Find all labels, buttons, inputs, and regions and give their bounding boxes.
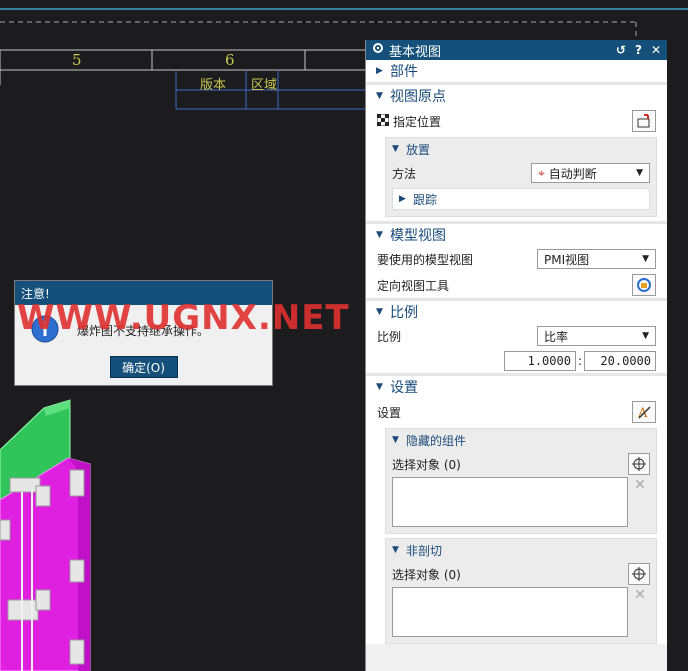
collapse-arrow-icon: ▼ xyxy=(392,435,399,445)
close-icon[interactable]: ✕ xyxy=(651,43,661,57)
dialog-ok-button[interactable]: 确定(O) xyxy=(109,356,178,378)
ratio-separator: : xyxy=(577,354,582,368)
section-parts-header[interactable]: ▶ 部件 xyxy=(366,60,667,82)
reset-icon[interactable]: ↺ xyxy=(616,43,626,57)
model-view-label: 要使用的模型视图 xyxy=(377,252,474,267)
crosshair-select-icon[interactable] xyxy=(628,453,650,475)
scale-label: 比例 xyxy=(377,329,402,344)
title-block-zone: 区域 xyxy=(251,78,278,93)
orient-view-tool-button[interactable] xyxy=(632,274,656,296)
chevron-down-icon: ▼ xyxy=(642,331,649,341)
collapse-arrow-icon: ▼ xyxy=(392,144,399,154)
panel-title: 基本视图 xyxy=(389,44,442,60)
settings-label: 设置 xyxy=(377,405,402,420)
section-settings-header[interactable]: ▼ 设置 xyxy=(366,376,667,398)
collapse-arrow-icon: ▼ xyxy=(376,230,383,240)
hidden-components-label: 隐藏的组件 xyxy=(406,433,467,448)
panel-header: 基本视图 ↺ ? ✕ xyxy=(366,40,667,60)
expand-arrow-icon: ▶ xyxy=(376,66,383,76)
non-section-header[interactable]: ▼ 非剖切 xyxy=(386,539,656,561)
method-value: 自动判断 xyxy=(548,166,597,181)
chevron-down-icon: ▼ xyxy=(636,168,643,178)
chevron-down-icon: ▼ xyxy=(642,254,649,264)
section-scale-header[interactable]: ▼ 比例 xyxy=(366,301,667,323)
help-icon[interactable]: ? xyxy=(635,43,642,57)
hidden-components-header[interactable]: ▼ 隐藏的组件 xyxy=(386,429,656,451)
section-settings: ▼ 设置 设置 A ▼ 隐藏的组件 选择对象 (0) ✕ ▼ 非剖切 选择对象 … xyxy=(366,376,667,644)
section-view-origin-header[interactable]: ▼ 视图原点 xyxy=(366,85,667,107)
track-label: 跟踪 xyxy=(413,192,438,207)
non-section-group: ▼ 非剖切 选择对象 (0) ✕ xyxy=(385,538,657,644)
ratio-numerator-input[interactable]: 1.0000 xyxy=(503,351,576,371)
scale-value: 比率 xyxy=(544,329,569,344)
collapse-arrow-icon: ▼ xyxy=(392,545,399,555)
hidden-components-group: ▼ 隐藏的组件 选择对象 (0) ✕ xyxy=(385,428,657,534)
model-magenta-part xyxy=(0,457,91,671)
method-label: 方法 xyxy=(392,166,417,181)
scale-dropdown[interactable]: 比率 ▼ xyxy=(537,326,656,346)
crosshair-select-icon[interactable] xyxy=(628,563,650,585)
method-dropdown[interactable]: ⌖ 自动判断 ▼ xyxy=(531,163,650,183)
collapse-arrow-icon: ▼ xyxy=(376,382,383,392)
section-scale: ▼ 比例 比例 比率 ▼ 1.0000 : 20.0000 xyxy=(366,301,667,376)
remove-icon[interactable]: ✕ xyxy=(630,477,650,527)
section-model-view-label: 模型视图 xyxy=(390,228,446,244)
ratio-denominator-input[interactable]: 20.0000 xyxy=(584,351,656,371)
section-model-view: ▼ 模型视图 要使用的模型视图 PMI视图 ▼ 定向视图工具 xyxy=(366,224,667,301)
section-settings-label: 设置 xyxy=(390,380,418,396)
section-model-view-header[interactable]: ▼ 模型视图 xyxy=(366,224,667,246)
checkered-flag-icon xyxy=(376,113,390,129)
placement-label: 放置 xyxy=(406,142,431,157)
model-view-value: PMI视图 xyxy=(544,252,590,267)
column-number-5: 5 xyxy=(72,51,82,69)
collapse-arrow-icon: ▼ xyxy=(376,307,383,317)
hidden-select-label: 选择对象 (0) xyxy=(392,457,461,472)
remove-icon[interactable]: ✕ xyxy=(630,587,650,637)
model-view-dropdown[interactable]: PMI视图 ▼ xyxy=(537,249,656,269)
placement-header[interactable]: ▼ 放置 xyxy=(386,138,656,160)
title-block-version: 版本 xyxy=(200,78,227,93)
placement-group: ▼ 放置 方法 ⌖ 自动判断 ▼ ▶ 跟踪 xyxy=(385,137,657,217)
non-section-select-label: 选择对象 (0) xyxy=(392,567,461,582)
expand-arrow-icon: ▶ xyxy=(399,194,406,204)
section-view-origin-label: 视图原点 xyxy=(390,89,446,105)
collapse-arrow-icon: ▼ xyxy=(376,91,383,101)
gear-icon[interactable] xyxy=(372,42,384,58)
section-view-origin: ▼ 视图原点 指定位置 ▼ 放置 方法 ⌖ 自动判断 ▼ ▶ 跟踪 xyxy=(366,85,667,224)
non-section-label: 非剖切 xyxy=(406,543,443,558)
section-parts-label: 部件 xyxy=(390,64,418,80)
auto-infer-icon: ⌖ xyxy=(538,165,545,180)
column-number-6: 6 xyxy=(225,51,235,69)
watermark: WWW.UGNX.NET xyxy=(17,298,350,338)
track-subsection[interactable]: ▶ 跟踪 xyxy=(392,188,650,210)
specify-location-button[interactable] xyxy=(632,110,656,132)
svg-text:A: A xyxy=(637,406,648,420)
non-section-list[interactable] xyxy=(392,587,628,637)
settings-style-button[interactable]: A xyxy=(632,401,656,423)
specify-location-label: 指定位置 xyxy=(393,114,442,129)
orient-view-tool-label: 定向视图工具 xyxy=(377,278,450,293)
section-parts: ▶ 部件 xyxy=(366,60,667,85)
section-scale-label: 比例 xyxy=(390,305,418,321)
basic-view-panel: 基本视图 ↺ ? ✕ ▶ 部件 ▼ 视图原点 指定位置 ▼ 放置 方法 ⌖ 自动… xyxy=(365,40,667,671)
hidden-components-list[interactable] xyxy=(392,477,628,527)
